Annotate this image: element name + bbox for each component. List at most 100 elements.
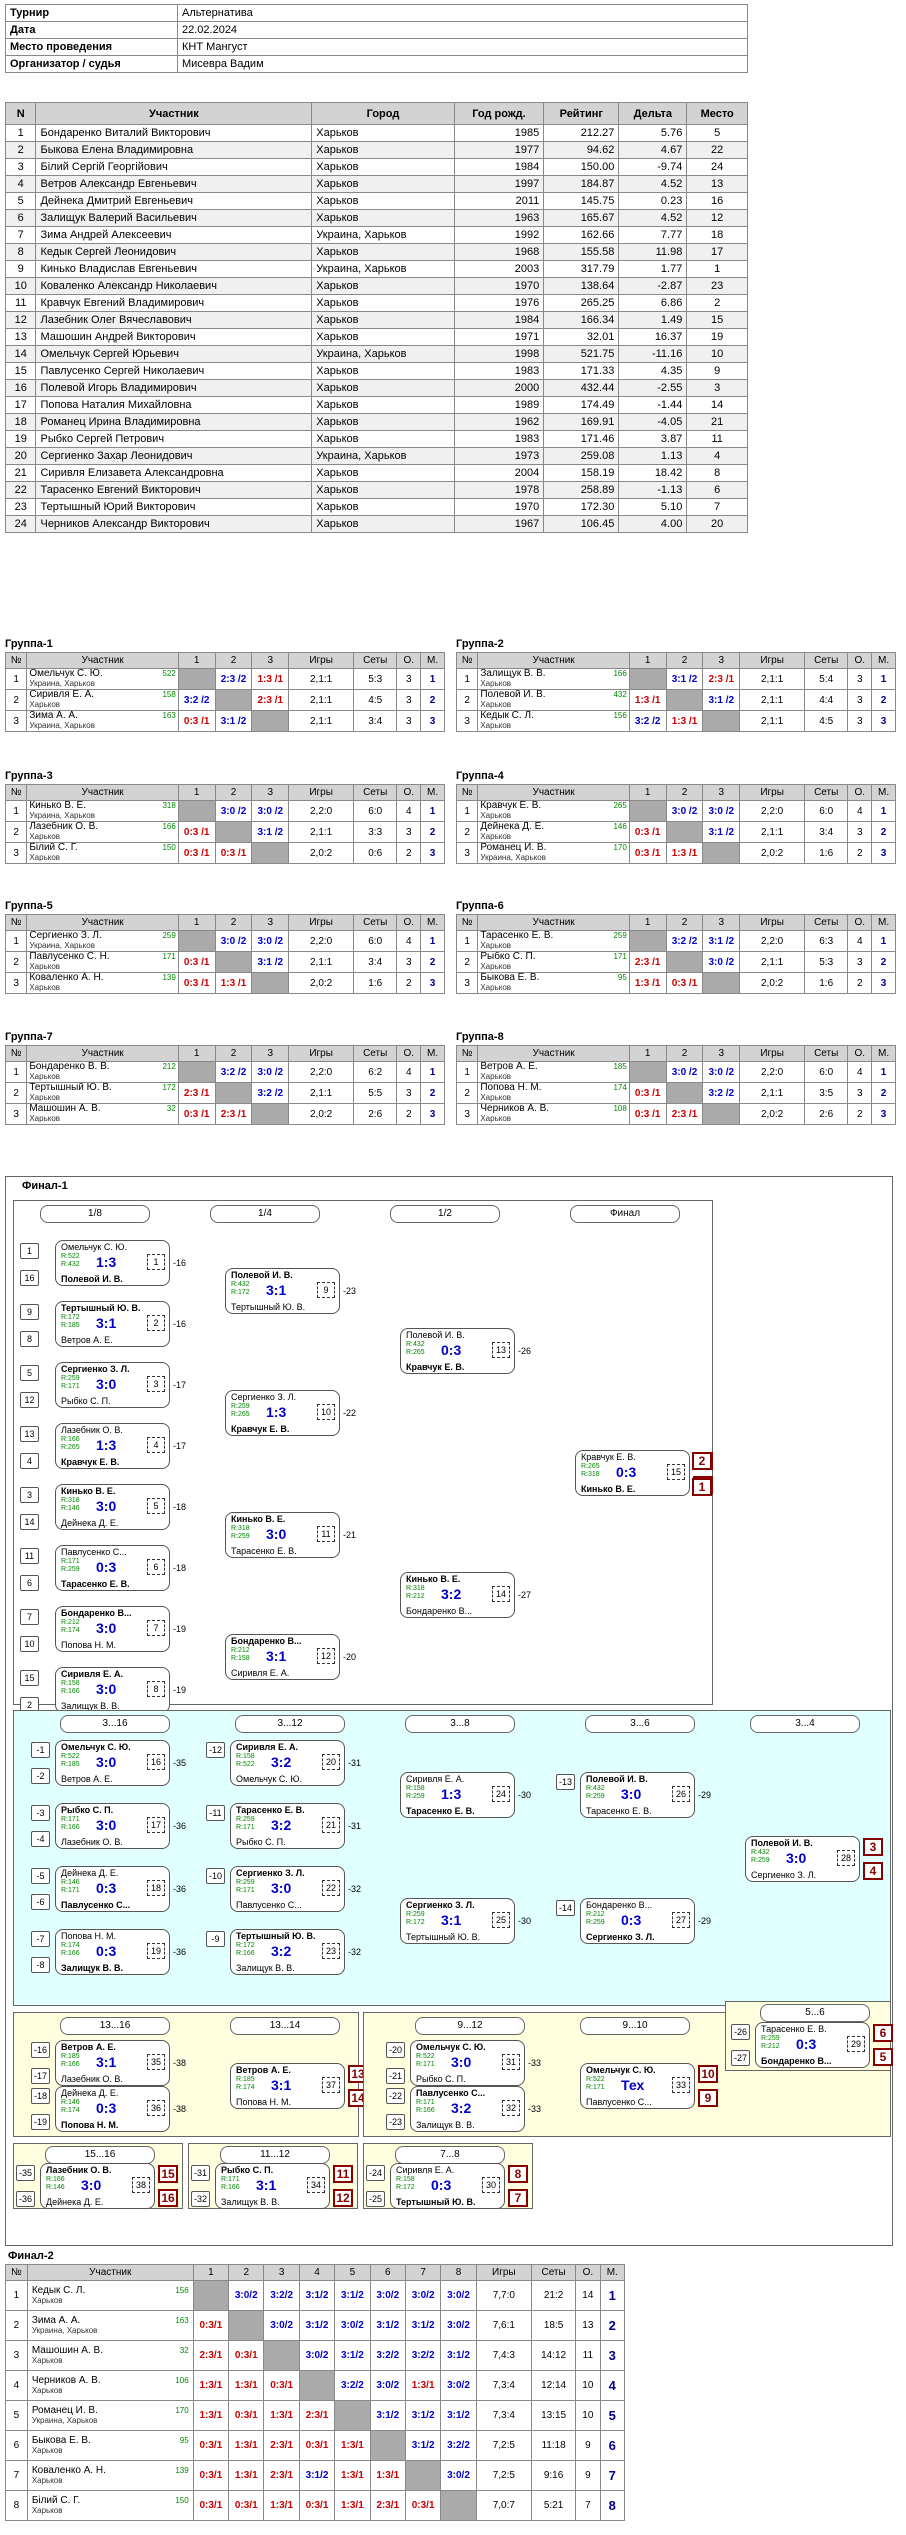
player-rating: 318	[162, 801, 176, 811]
players-cell: Кравчук Евгений Владимирович	[35, 294, 313, 312]
group-score-cell: 3:0 /2	[214, 800, 253, 822]
group-header-cell: М.	[420, 784, 445, 801]
final2-cell-games: 7,2:5	[475, 2430, 532, 2461]
final2-cell-sets: 9:16	[530, 2460, 577, 2491]
group-score-cell: 1:3 /1	[665, 710, 704, 732]
final2-score-cell: 0:3/1	[228, 2490, 265, 2521]
round-label: 1/4	[210, 1205, 320, 1223]
group-cell-points: 3	[396, 821, 422, 843]
group-cell-n: 1	[455, 1061, 479, 1083]
match-player1: Дейнека Д. Е.	[61, 2088, 119, 2098]
players-row: 17 Попова Наталия Михайловна Харьков 1989 17…	[4, 396, 748, 414]
group-score-cell: 0:3 /1	[628, 1103, 667, 1125]
place-badge: 4	[863, 1862, 883, 1880]
match-player1: Тертышный Ю. В.	[236, 1931, 316, 1941]
group-score-cell	[214, 1082, 253, 1104]
group-score-cell: 1:3 /1	[628, 972, 667, 994]
group-score-cell: 3:0 /2	[702, 800, 741, 822]
players-cell: Харьков	[311, 328, 455, 346]
players-cell: -11.16	[618, 345, 688, 363]
players-row: 7 Зима Андрей Алексеевич Украина, Харьков 1…	[4, 226, 748, 244]
match-player1: Кравчук Е. В.	[581, 1452, 636, 1462]
player-city: Украина, Харьков	[29, 941, 95, 950]
player-rating: 170	[175, 2405, 189, 2415]
match-ratings: R:171 R:166	[416, 2099, 435, 2114]
player-city: Харьков	[29, 853, 61, 862]
group-score-cell: 3:0 /2	[702, 951, 741, 973]
final2-row: 3 32 Машошин А. В. Харьков 2:3/1 0:3/1 3:0/2 3:…	[5, 2340, 626, 2371]
group-score-cell	[251, 972, 290, 994]
match-score: 3:0	[96, 1376, 117, 1392]
players-cell: 1	[686, 260, 748, 278]
group-title: Группа-7	[5, 1031, 53, 1043]
group-cell-n: 1	[4, 1061, 28, 1083]
players-cell: Харьков	[311, 294, 455, 312]
match-player2: Павлусенко С...	[586, 2097, 652, 2107]
input-ref: -36	[16, 2191, 35, 2207]
round-label: 5...6	[760, 2004, 870, 2022]
group-header-cell: №	[4, 1045, 28, 1062]
group-header-cell: 1	[628, 652, 667, 669]
match-player1: Кинько В. Е.	[61, 1486, 116, 1496]
group-score-cell	[177, 668, 216, 690]
group-cell-points: 2	[396, 1103, 422, 1125]
group-score-cell: 1:3 /1	[251, 668, 290, 690]
players-cell: 1977	[453, 141, 545, 159]
players-cell: 18.42	[618, 464, 688, 482]
place-badge: 5	[873, 2048, 893, 2066]
group-score-cell: 0:3 /1	[177, 1103, 216, 1125]
seed-number: 15	[20, 1670, 39, 1686]
match-ref: -22	[343, 1408, 357, 1418]
group-header-cell: Сеты	[804, 914, 849, 931]
player-city: Харьков	[31, 2505, 63, 2515]
group-cell-points: 3	[396, 951, 422, 973]
player-city: Харьков	[480, 983, 512, 992]
players-cell: 1970	[453, 277, 545, 295]
group-score-cell: 0:3 /1	[177, 951, 216, 973]
bracket-match: Кравчук Е. В. Кинько В. Е. R:265 R:318 0:3 1…	[575, 1450, 690, 1496]
group-cell-games: 2,2:0	[288, 1061, 355, 1083]
final2-cell-name: 156 Кедык С. Л. Харьков	[26, 2280, 194, 2311]
match-player2: Ветров А. Е.	[61, 1774, 113, 1784]
players-cell: 6	[686, 481, 748, 499]
input-ref: -26	[731, 2024, 750, 2040]
group-score-cell: 0:3 /1	[177, 972, 216, 994]
match-player1: Павлусенко С...	[416, 2088, 486, 2098]
players-cell: Дейнека Дмитрий Евгеньевич	[35, 192, 313, 210]
final2-cell-n: 3	[5, 2340, 28, 2371]
match-number: 27	[672, 1912, 690, 1928]
match-score: 0:3	[96, 1943, 117, 1959]
players-cell: 317.79	[543, 260, 620, 278]
players-cell: Харьков	[311, 379, 455, 397]
group-cell-name: 174 Попова Н. М. Харьков	[477, 1082, 630, 1104]
group-cell-sets: 2:6	[353, 1103, 398, 1125]
player-city: Харьков	[29, 1093, 61, 1102]
final2-score-cell: 0:3/1	[298, 2430, 336, 2461]
players-cell: 3	[4, 158, 37, 176]
tournament-info-table: Турнир Альтернатива Дата 22.02.2024 Место пр…	[5, 4, 748, 73]
players-cell: -1.13	[618, 481, 688, 499]
players-cell: 4.52	[618, 175, 688, 193]
players-cell: 106.45	[543, 515, 620, 533]
group-cell-name: 318 Кинько В. Е. Украина, Харьков	[26, 800, 179, 822]
players-cell: Украина, Харьков	[311, 260, 455, 278]
group-cell-name: 212 Бондаренко В. В. Харьков	[26, 1061, 179, 1083]
final2-header-cell: 2	[228, 2264, 265, 2281]
round-label: 9...10	[580, 2017, 690, 2035]
info-cell: Организатор / судья	[5, 55, 178, 73]
seed-number: 6	[20, 1575, 39, 1591]
players-cell: Тарасенко Евгений Викторович	[35, 481, 313, 499]
final2-cell-n: 7	[5, 2460, 28, 2491]
group-block: Группа-4 № Участник 1 2 3 Игры Сеты О. М. 1 265 Крав…	[455, 770, 896, 864]
group-cell-points: 4	[396, 1061, 422, 1083]
round-label: 13...16	[60, 2017, 170, 2035]
players-cell: 18	[4, 413, 37, 431]
match-score: 3:2	[271, 1754, 292, 1770]
group-cell-games: 2,2:0	[739, 1061, 806, 1083]
players-cell: -2.87	[618, 277, 688, 295]
players-cell: 171.33	[543, 362, 620, 380]
group-block: Группа-8 № Участник 1 2 3 Игры Сеты О. М. 1 185 Ветр…	[455, 1031, 896, 1125]
group-score-cell	[628, 930, 667, 952]
group-cell-sets: 5:3	[353, 668, 398, 690]
bracket-match: Сиривля Е. А. Залищук В. В. R:158 R:166 3:0…	[55, 1667, 170, 1713]
